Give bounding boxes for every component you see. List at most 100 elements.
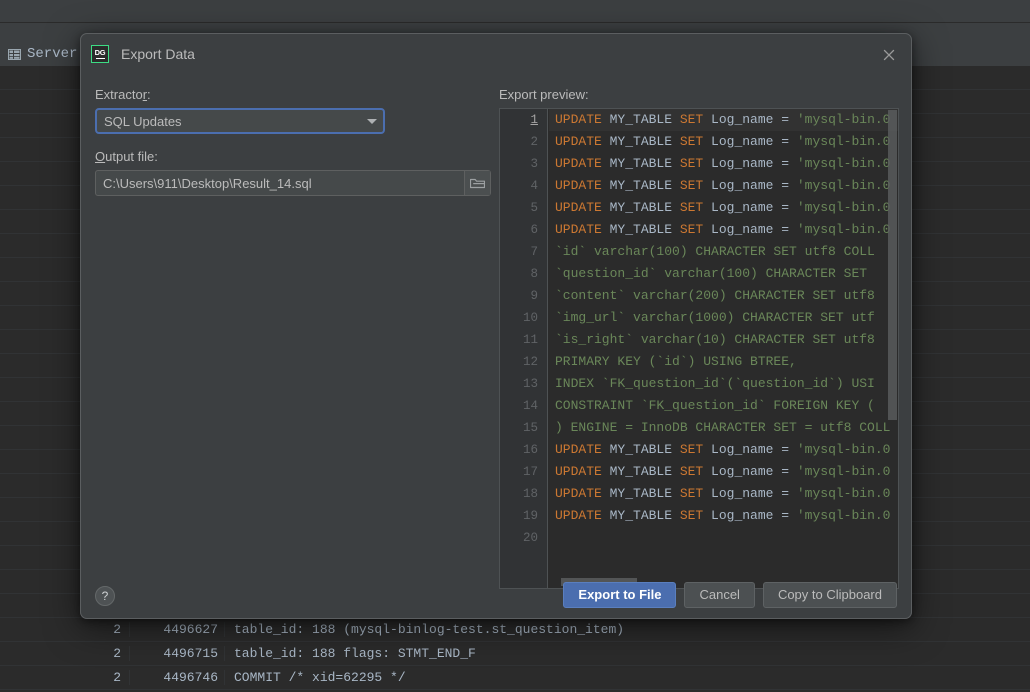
code-token: MY_TABLE bbox=[601, 486, 680, 501]
cell-info[interactable]: table_id: 188 flags: STMT_END_F bbox=[225, 646, 476, 661]
extractor-label: Extractor: bbox=[95, 87, 151, 102]
export-preview-panel: Export preview: 1 2 3 4 5 6 7 8 9 10 11 12 13 14 15 16 1… bbox=[499, 87, 899, 589]
code-line[interactable]: UPDATE MY_TABLE SET Log_name = 'mysql-bi… bbox=[549, 131, 898, 153]
code-line[interactable]: UPDATE MY_TABLE SET Log_name = 'mysql-bi… bbox=[549, 197, 898, 219]
code-token: MY_TABLE bbox=[601, 508, 680, 523]
code-token: PRIMARY KEY (`id`) USING BTREE, bbox=[555, 354, 797, 369]
code-line[interactable]: INDEX `FK_question_id`(`question_id`) US… bbox=[549, 373, 898, 395]
copy-to-clipboard-button[interactable]: Copy to Clipboard bbox=[762, 582, 897, 608]
code-token: MY_TABLE bbox=[601, 156, 680, 171]
code-token: MY_TABLE bbox=[601, 112, 680, 127]
line-number: 1 bbox=[530, 113, 538, 127]
cell-info[interactable]: COMMIT /* xid=62295 */ bbox=[225, 670, 406, 685]
code-line[interactable]: UPDATE MY_TABLE SET Log_name = 'mysql-bi… bbox=[549, 483, 898, 505]
line-number: 11 bbox=[522, 333, 538, 347]
code-line[interactable]: UPDATE MY_TABLE SET Log_name = 'mysql-bi… bbox=[549, 505, 898, 527]
line-number: 6 bbox=[530, 223, 538, 237]
code-line[interactable]: `id` varchar(100) CHARACTER SET utf8 COL… bbox=[549, 241, 898, 263]
code-token: SET bbox=[679, 134, 704, 149]
code-token: 'mysql-bin.0 bbox=[796, 486, 891, 501]
code-token: SET bbox=[679, 222, 704, 237]
line-number: 4 bbox=[530, 179, 538, 193]
ide-tab-server[interactable]: Server bbox=[8, 46, 77, 62]
folder-icon[interactable] bbox=[464, 171, 490, 195]
preview-editor[interactable]: 1 2 3 4 5 6 7 8 9 10 11 12 13 14 15 16 17 18 19 20 UPDATE M… bbox=[499, 108, 899, 589]
code-token: 'mysql-bin.0 bbox=[796, 464, 891, 479]
code-line[interactable]: UPDATE MY_TABLE SET Log_name = 'mysql-bi… bbox=[549, 109, 898, 131]
line-number: 17 bbox=[522, 465, 538, 479]
cell-server-id[interactable]: 2 bbox=[0, 622, 130, 637]
code-line[interactable]: UPDATE MY_TABLE SET Log_name = 'mysql-bi… bbox=[549, 461, 898, 483]
code-token: `id` varchar(100) CHARACTER SET utf8 COL… bbox=[555, 244, 875, 259]
cell-position[interactable]: 4496746 bbox=[130, 670, 225, 685]
extractor-dropdown[interactable]: SQL Updates bbox=[95, 108, 385, 134]
code-token: SET bbox=[679, 178, 704, 193]
code-token: SET bbox=[679, 112, 704, 127]
line-number: 7 bbox=[530, 245, 538, 259]
code-token: Log_name = bbox=[703, 486, 797, 501]
cell-position[interactable]: 4496627 bbox=[130, 622, 225, 637]
code-token: UPDATE bbox=[555, 134, 602, 149]
cell-server-id[interactable]: 2 bbox=[0, 670, 130, 685]
code-token: Log_name = bbox=[703, 200, 797, 215]
code-token: UPDATE bbox=[555, 464, 602, 479]
code-token: `content` varchar(200) CHARACTER SET utf… bbox=[555, 288, 875, 303]
code-token: UPDATE bbox=[555, 508, 602, 523]
code-line[interactable]: `is_right` varchar(10) CHARACTER SET utf… bbox=[549, 329, 898, 351]
code-token: SET bbox=[679, 508, 704, 523]
extractor-selected-value: SQL Updates bbox=[104, 113, 182, 129]
code-token: 'mysql-bin.0 bbox=[796, 508, 891, 523]
line-number: 16 bbox=[522, 443, 538, 457]
code-line[interactable] bbox=[549, 527, 898, 549]
code-line[interactable]: `content` varchar(200) CHARACTER SET utf… bbox=[549, 285, 898, 307]
code-token: MY_TABLE bbox=[601, 200, 680, 215]
code-token: SET bbox=[679, 486, 704, 501]
output-file-block: Output file: bbox=[95, 149, 507, 196]
code-line[interactable]: ) ENGINE = InnoDB CHARACTER SET = utf8 C… bbox=[549, 417, 898, 439]
code-token: `question_id` varchar(100) CHARACTER SET bbox=[555, 266, 868, 281]
dialog-button-bar: Export to File Cancel Copy to Clipboard bbox=[563, 582, 897, 608]
code-token: Log_name = bbox=[703, 222, 797, 237]
code-token: 'mysql-bin.0 bbox=[796, 134, 891, 149]
cell-position[interactable]: 4496715 bbox=[130, 646, 225, 661]
output-file-row[interactable] bbox=[95, 170, 491, 196]
code-token: ) ENGINE = InnoDB CHARACTER SET = utf8 C… bbox=[555, 420, 891, 435]
code-line[interactable]: PRIMARY KEY (`id`) USING BTREE, bbox=[549, 351, 898, 373]
code-line[interactable]: UPDATE MY_TABLE SET Log_name = 'mysql-bi… bbox=[549, 219, 898, 241]
code-token: Log_name = bbox=[703, 156, 797, 171]
code-token: Log_name = bbox=[703, 178, 797, 193]
dialog-titlebar: DG Export Data bbox=[81, 34, 911, 74]
code-token: 'mysql-bin.0 bbox=[796, 112, 891, 127]
code-line[interactable]: UPDATE MY_TABLE SET Log_name = 'mysql-bi… bbox=[549, 175, 898, 197]
chevron-down-icon bbox=[361, 110, 383, 132]
export-to-file-button[interactable]: Export to File bbox=[563, 582, 677, 608]
vertical-scrollbar[interactable] bbox=[888, 110, 897, 420]
line-number: 9 bbox=[530, 289, 538, 303]
line-number: 12 bbox=[522, 355, 538, 369]
code-line[interactable]: UPDATE MY_TABLE SET Log_name = 'mysql-bi… bbox=[549, 153, 898, 175]
cell-info[interactable]: table_id: 188 (mysql-binlog-test.st_ques… bbox=[225, 622, 624, 637]
code-token: UPDATE bbox=[555, 178, 602, 193]
code-line[interactable]: `question_id` varchar(100) CHARACTER SET bbox=[549, 263, 898, 285]
cell-server-id[interactable]: 2 bbox=[0, 646, 130, 661]
code-line[interactable]: `img_url` varchar(1000) CHARACTER SET ut… bbox=[549, 307, 898, 329]
cancel-button[interactable]: Cancel bbox=[684, 582, 755, 608]
line-number: 14 bbox=[522, 399, 538, 413]
output-file-label: Output file: bbox=[95, 149, 158, 164]
help-button[interactable]: ? bbox=[95, 586, 115, 606]
code-token: UPDATE bbox=[555, 112, 602, 127]
output-file-input[interactable] bbox=[96, 170, 464, 196]
code-line[interactable]: CONSTRAINT `FK_question_id` FOREIGN KEY … bbox=[549, 395, 898, 417]
editor-code-area[interactable]: UPDATE MY_TABLE SET Log_name = 'mysql-bi… bbox=[549, 109, 898, 588]
close-icon[interactable] bbox=[879, 45, 899, 65]
editor-gutter: 1 2 3 4 5 6 7 8 9 10 11 12 13 14 15 16 17 18 19 20 bbox=[500, 109, 548, 588]
code-token: UPDATE bbox=[555, 486, 602, 501]
line-number: 15 bbox=[522, 421, 538, 435]
table-row[interactable]: 2 4496715 table_id: 188 flags: STMT_END_F bbox=[0, 642, 1030, 666]
code-line[interactable]: UPDATE MY_TABLE SET Log_name = 'mysql-bi… bbox=[549, 439, 898, 461]
table-row[interactable]: 2 4496627 table_id: 188 (mysql-binlog-test… bbox=[0, 618, 1030, 642]
line-number: 19 bbox=[522, 509, 538, 523]
code-token: MY_TABLE bbox=[601, 442, 680, 457]
line-number: 18 bbox=[522, 487, 538, 501]
table-row[interactable]: 2 4496746 COMMIT /* xid=62295 */ bbox=[0, 666, 1030, 690]
